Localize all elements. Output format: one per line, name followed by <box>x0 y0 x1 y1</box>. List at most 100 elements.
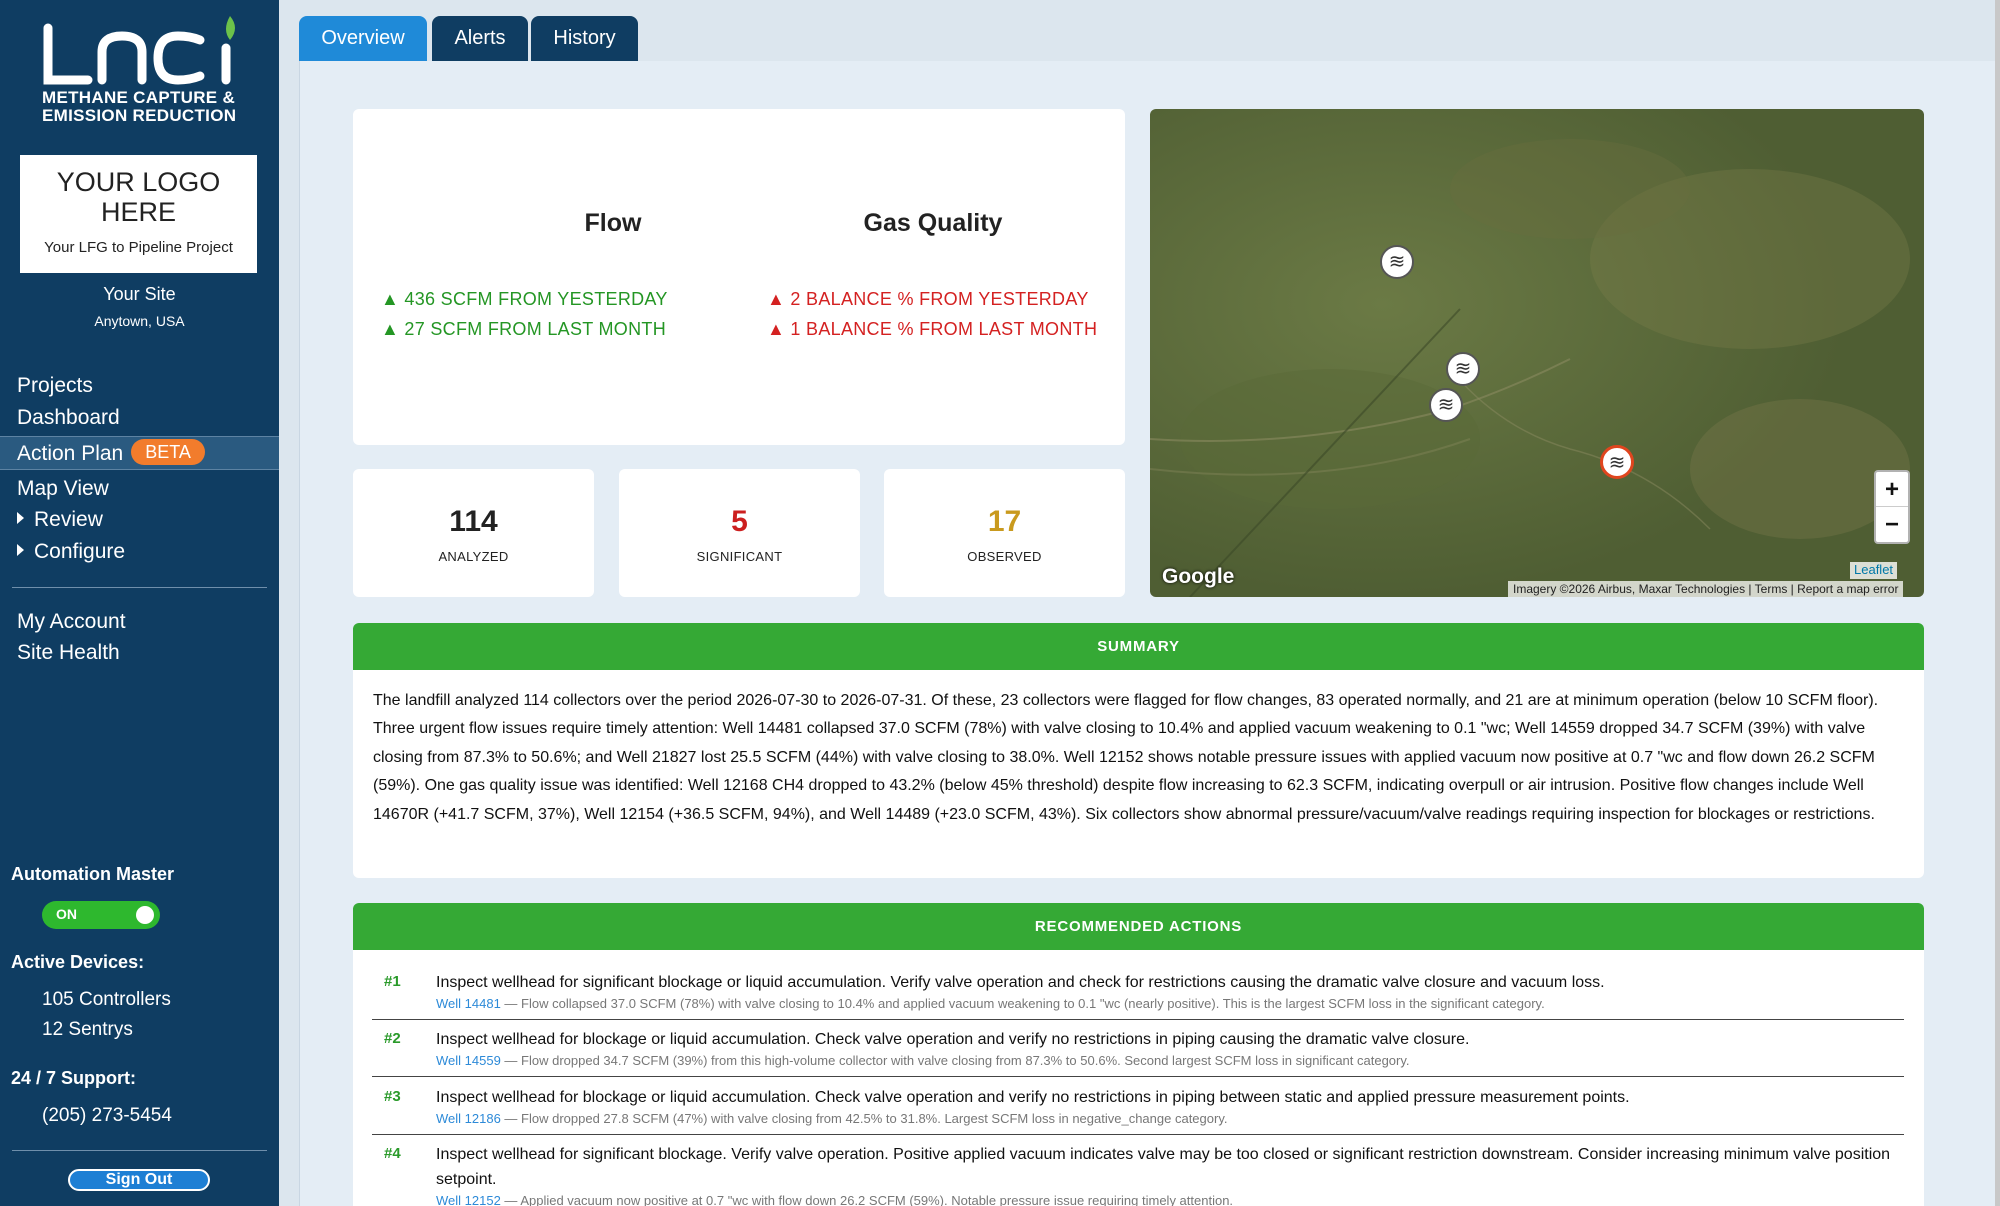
satellite-map[interactable]: ≋ ≋ ≋ ≋ + − Google Leaflet Imagery ©2026… <box>1150 109 1924 597</box>
automation-master-toggle[interactable]: ON <box>42 901 160 929</box>
well-link[interactable]: Well 14481 <box>436 996 501 1011</box>
stat-card-observed[interactable]: 17 OBSERVED <box>884 469 1125 597</box>
flow-change-yesterday: ▲ 436 SCFM FROM YESTERDAY <box>381 289 668 309</box>
observed-count: 17 <box>987 505 1022 538</box>
well-link[interactable]: Well 14559 <box>436 1053 501 1068</box>
wind-icon: ≋ <box>1388 251 1406 273</box>
action-text: Inspect wellhead for significant blockag… <box>436 1146 1891 1188</box>
gas-quality-heading: Gas Quality <box>863 209 1003 237</box>
nav-review[interactable]: Review <box>0 503 279 537</box>
summary-section: SUMMARY The landfill analyzed 114 collec… <box>353 623 1924 878</box>
action-number: #4 <box>384 1145 401 1162</box>
page-scrollbar[interactable] <box>1995 0 2000 1206</box>
sidebar-divider <box>12 1150 267 1151</box>
nav-site-health[interactable]: Site Health <box>0 636 279 670</box>
wind-icon: ≋ <box>1608 452 1626 474</box>
active-devices-heading: Active Devices: <box>11 952 145 972</box>
brand-tagline-line2: EMISSION REDUCTION <box>42 106 237 125</box>
nav-configure-label: Configure <box>34 540 126 563</box>
nav-projects[interactable]: Projects <box>0 369 279 403</box>
toggle-state-label: ON <box>56 906 77 922</box>
action-text: Inspect wellhead for significant blockag… <box>436 974 1605 991</box>
gas-quality-change-last-month: ▲ 1 BALANCE % FROM LAST MONTH <box>767 319 1098 339</box>
flow-change-last-month: ▲ 27 SCFM FROM LAST MONTH <box>381 319 667 339</box>
map-attribution[interactable]: Imagery ©2026 Airbus, Maxar Technologies… <box>1508 581 1904 597</box>
flow-heading: Flow <box>584 209 642 237</box>
nav-my-account[interactable]: My Account <box>0 605 279 639</box>
stat-card-significant[interactable]: 5 SIGNIFICANT <box>619 469 860 597</box>
analyzed-count: 114 <box>449 505 498 538</box>
action-text: Inspect wellhead for blockage or liquid … <box>436 1089 1630 1106</box>
action-detail-text: — Flow collapsed 37.0 SCFM (78%) with va… <box>500 996 1545 1011</box>
sign-out-button[interactable]: Sign Out <box>68 1169 210 1191</box>
analyzed-label: ANALYZED <box>438 549 509 564</box>
leaflet-attribution-link[interactable]: Leaflet <box>1850 562 1898 579</box>
google-logo[interactable]: Google <box>1162 565 1234 589</box>
action-detail-text: — Flow dropped 34.7 SCFM (39%) from this… <box>500 1053 1410 1068</box>
well-link[interactable]: Well 12186 <box>436 1111 501 1126</box>
sidebar-divider <box>12 587 267 588</box>
recommended-actions-heading: RECOMMENDED ACTIONS <box>353 903 1924 950</box>
well-marker[interactable]: ≋ <box>1446 352 1480 386</box>
tab-alerts[interactable]: Alerts <box>432 16 528 61</box>
summary-heading: SUMMARY <box>353 623 1924 670</box>
action-detail: Well 12152 — Applied vacuum now positive… <box>436 1193 1233 1206</box>
project-logo-placeholder: YOUR LOGO HERE Your LFG to Pipeline Proj… <box>20 155 257 273</box>
nav-dashboard[interactable]: Dashboard <box>0 401 279 435</box>
automation-master-heading: Automation Master <box>11 864 175 884</box>
action-number: #1 <box>384 973 401 990</box>
wind-icon: ≋ <box>1454 358 1472 380</box>
significant-label: SIGNIFICANT <box>696 549 783 564</box>
caret-right-icon <box>17 512 24 524</box>
well-marker[interactable]: ≋ <box>1380 245 1414 279</box>
zoom-out-button[interactable]: − <box>1876 507 1908 542</box>
well-link[interactable]: Well 12152 <box>436 1193 501 1206</box>
caret-right-icon <box>17 544 24 556</box>
action-number: #3 <box>384 1088 401 1105</box>
project-subtitle: Your LFG to Pipeline Project <box>44 239 233 256</box>
support-heading: 24 / 7 Support: <box>11 1068 137 1088</box>
stat-card-analyzed[interactable]: 114 ANALYZED <box>353 469 594 597</box>
satellite-imagery <box>1150 109 1924 597</box>
tab-overview[interactable]: Overview <box>299 16 427 61</box>
observed-label: OBSERVED <box>967 549 1042 564</box>
action-number: #2 <box>384 1030 401 1047</box>
kpi-card: Flow ▲ 436 SCFM FROM YESTERDAY ▲ 27 SCFM… <box>353 109 1125 445</box>
action-item: #4 Inspect wellhead for significant bloc… <box>372 1142 1904 1206</box>
placeholder-title-line2: HERE <box>100 197 176 227</box>
wind-icon: ≋ <box>1437 394 1455 416</box>
placeholder-title: YOUR LOGO HERE <box>20 167 257 227</box>
significant-count: 5 <box>731 505 748 538</box>
action-detail: Well 14481 — Flow collapsed 37.0 SCFM (7… <box>436 996 1545 1011</box>
nav-action-plan-label: Action Plan <box>17 442 124 465</box>
beta-badge: BETA <box>131 439 205 465</box>
well-marker-alert[interactable]: ≋ <box>1600 445 1634 479</box>
zoom-in-button[interactable]: + <box>1876 472 1908 507</box>
action-text: Inspect wellhead for blockage or liquid … <box>436 1031 1470 1048</box>
action-item: #1 Inspect wellhead for significant bloc… <box>372 970 1904 1020</box>
loci-logo: METHANE CAPTURE & EMISSION REDUCTION <box>40 14 250 125</box>
support-phone: (205) 273-5454 <box>42 1105 172 1126</box>
brand-tagline-line1: METHANE CAPTURE & <box>42 88 236 107</box>
site-name: Your Site <box>103 284 176 304</box>
action-detail: Well 14559 — Flow dropped 34.7 SCFM (39%… <box>436 1053 1410 1068</box>
action-detail-text: — Flow dropped 27.8 SCFM (47%) with valv… <box>500 1111 1228 1126</box>
gas-quality-change-yesterday: ▲ 2 BALANCE % FROM YESTERDAY <box>767 289 1089 309</box>
sentrys-count: 12 Sentrys <box>42 1019 133 1040</box>
well-marker[interactable]: ≋ <box>1429 388 1463 422</box>
tab-history[interactable]: History <box>531 16 638 61</box>
nav-action-plan[interactable]: Action Plan BETA <box>0 436 279 470</box>
controllers-count: 105 Controllers <box>42 989 171 1010</box>
nav-configure[interactable]: Configure <box>0 535 279 569</box>
action-detail-text: — Applied vacuum now positive at 0.7 "wc… <box>500 1193 1234 1206</box>
loci-wordmark-icon <box>43 16 235 85</box>
nav-map-view[interactable]: Map View <box>0 472 279 506</box>
site-location: Anytown, USA <box>94 313 185 329</box>
action-detail: Well 12186 — Flow dropped 27.8 SCFM (47%… <box>436 1111 1227 1126</box>
action-item: #2 Inspect wellhead for blockage or liqu… <box>372 1027 1904 1077</box>
summary-text: The landfill analyzed 114 collectors ove… <box>373 692 1879 823</box>
nav-review-label: Review <box>34 508 103 531</box>
map-zoom-control: + − <box>1874 470 1910 544</box>
action-item: #3 Inspect wellhead for blockage or liqu… <box>372 1085 1904 1135</box>
placeholder-title-line1: YOUR LOGO <box>56 167 221 197</box>
